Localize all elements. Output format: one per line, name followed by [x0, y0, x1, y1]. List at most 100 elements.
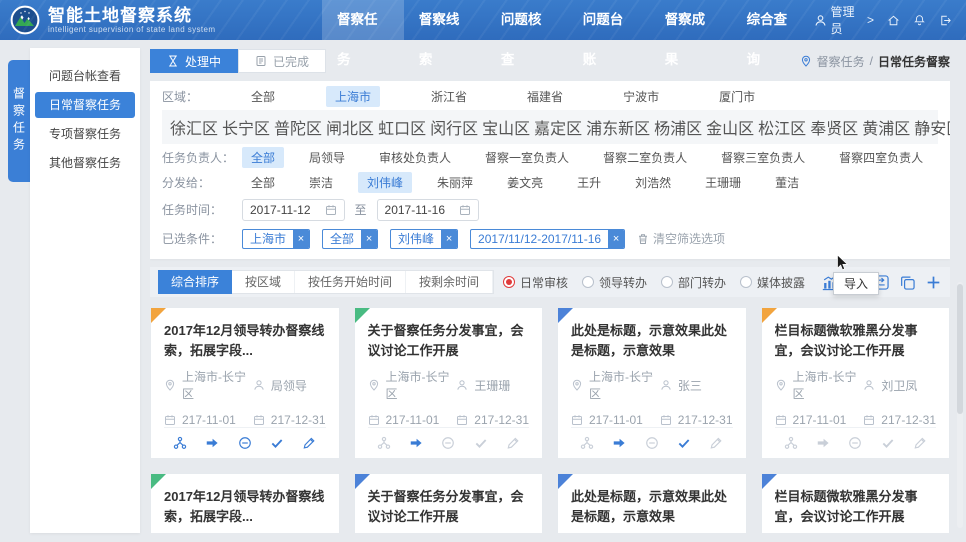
copy-icon[interactable] [899, 274, 916, 291]
forward-icon[interactable] [409, 436, 423, 450]
nav-item[interactable]: 问题台账 [568, 0, 650, 40]
district-option[interactable]: 黄浦区 [860, 113, 912, 141]
filter-option[interactable]: 局领导 [300, 147, 354, 168]
sidebar-item[interactable]: 日常督察任务 [35, 92, 135, 118]
filter-option[interactable]: 浙江省 [422, 86, 476, 107]
approve-icon[interactable] [881, 436, 895, 450]
remove-tag-icon[interactable]: × [361, 230, 377, 248]
sort-option[interactable]: 综合排序 [158, 270, 232, 294]
filter-option[interactable]: 王珊珊 [696, 172, 750, 193]
approve-icon[interactable] [474, 436, 488, 450]
filter-option[interactable]: 督察二室负责人 [594, 147, 696, 168]
category-radio[interactable]: 媒体披露 [740, 274, 805, 291]
sidebar-item[interactable]: 专项督察任务 [35, 121, 135, 147]
district-option[interactable]: 闸北区 [324, 113, 376, 141]
edit-icon[interactable] [913, 436, 927, 450]
task-card[interactable]: 2017年12月领导转办督察线索，拓展字段... 上海市-长宁区 局领导 217… [150, 473, 340, 533]
district-option[interactable]: 松江区 [756, 113, 808, 141]
filter-option[interactable]: 督察四室负责人 [830, 147, 932, 168]
filter-option[interactable]: 崇洁 [300, 172, 342, 193]
district-option[interactable]: 闵行区 [428, 113, 480, 141]
filter-option[interactable]: 刘伟峰 [358, 172, 412, 193]
scrollbar-thumb[interactable] [957, 284, 963, 414]
end-date-input[interactable]: 2017-11-16 [377, 199, 480, 221]
distribute-icon[interactable] [377, 436, 391, 450]
filter-option[interactable]: 全部 [242, 147, 284, 168]
distribute-icon[interactable] [580, 436, 594, 450]
filter-option[interactable]: 督察一室负责人 [476, 147, 578, 168]
nav-item[interactable]: 督察成果 [650, 0, 732, 40]
district-option[interactable]: 嘉定区 [532, 113, 584, 141]
district-option[interactable]: 普陀区 [272, 113, 324, 141]
user-menu[interactable]: 管理员> [814, 3, 875, 37]
filter-option[interactable]: 董洁 [766, 172, 808, 193]
task-card[interactable]: 此处是标题，示意效果此处是标题，示意效果 上海市-长宁区 张三 217-11-0… [557, 307, 747, 459]
district-option[interactable]: 奉贤区 [808, 113, 860, 141]
distribute-icon[interactable] [784, 436, 798, 450]
breadcrumb-root[interactable]: 督察任务 [817, 53, 865, 70]
remove-tag-icon[interactable]: × [441, 230, 457, 248]
nav-item[interactable]: 督察任务 [322, 0, 404, 40]
district-option[interactable]: 长宁区 [220, 113, 272, 141]
district-option[interactable]: 杨浦区 [652, 113, 704, 141]
category-radio[interactable]: 部门转办 [661, 274, 726, 291]
district-option[interactable]: 宝山区 [480, 113, 532, 141]
filter-option[interactable]: 刘浩然 [626, 172, 680, 193]
district-option[interactable]: 静安区 [912, 113, 950, 141]
task-card[interactable]: 关于督察任务分发事宜，会议讨论工作开展 上海市-长宁区 王珊珊 217-11-0… [354, 473, 544, 533]
forward-icon[interactable] [816, 436, 830, 450]
district-option[interactable]: 徐汇区 [168, 113, 220, 141]
filter-option[interactable]: 王升 [568, 172, 610, 193]
district-option[interactable]: 金山区 [704, 113, 756, 141]
vertical-scrollbar[interactable] [957, 282, 963, 528]
filter-option[interactable]: 宁波市 [614, 86, 668, 107]
sort-option[interactable]: 按剩余时间 [406, 271, 493, 293]
sidebar-item[interactable]: 问题台帐查看 [35, 63, 135, 89]
task-card[interactable]: 此处是标题，示意效果此处是标题，示意效果 上海市-长宁区 张三 217-11-0… [557, 473, 747, 533]
sidebar-item[interactable]: 其他督察任务 [35, 150, 135, 176]
remove-tag-icon[interactable]: × [293, 230, 309, 248]
category-radio[interactable]: 日常审核 [503, 274, 568, 291]
filter-option[interactable]: 福建省 [518, 86, 572, 107]
suspend-icon[interactable] [848, 436, 862, 450]
filter-option[interactable]: 全部 [242, 86, 284, 107]
filter-option[interactable]: 朱丽萍 [428, 172, 482, 193]
forward-icon[interactable] [612, 436, 626, 450]
status-tab[interactable]: 处理中 [150, 49, 238, 73]
distribute-icon[interactable] [173, 436, 187, 450]
filter-option[interactable]: 姜文亮 [498, 172, 552, 193]
filter-option[interactable]: 厦门市 [710, 86, 764, 107]
edit-icon[interactable] [302, 436, 316, 450]
nav-item[interactable]: 督察线索 [404, 0, 486, 40]
edit-icon[interactable] [709, 436, 723, 450]
nav-item[interactable]: 问题核查 [486, 0, 568, 40]
home-icon[interactable] [887, 14, 900, 27]
filter-option[interactable]: 审核处负责人 [370, 147, 460, 168]
approve-icon[interactable] [677, 436, 691, 450]
task-card[interactable]: 2017年12月领导转办督察线索，拓展字段... 上海市-长宁区 局领导 217… [150, 307, 340, 459]
remove-tag-icon[interactable]: × [608, 230, 624, 248]
status-tab[interactable]: 已完成 [238, 49, 326, 73]
suspend-icon[interactable] [645, 436, 659, 450]
task-card[interactable]: 栏目标题微软雅黑分发事宜，会议讨论工作开展 上海市-长宁区 刘卫凤 217-11… [761, 307, 951, 459]
district-option[interactable]: 虹口区 [376, 113, 428, 141]
sort-option[interactable]: 按任务开始时间 [295, 271, 406, 293]
start-date-input[interactable]: 2017-11-12 [242, 199, 345, 221]
edit-icon[interactable] [506, 436, 520, 450]
task-card[interactable]: 栏目标题微软雅黑分发事宜，会议讨论工作开展 上海市-长宁区 刘卫凤 217-11… [761, 473, 951, 533]
add-icon[interactable] [925, 274, 942, 291]
filter-option[interactable]: 全部 [242, 172, 284, 193]
forward-icon[interactable] [205, 436, 219, 450]
task-card[interactable]: 关于督察任务分发事宜，会议讨论工作开展 上海市-长宁区 王珊珊 217-11-0… [354, 307, 544, 459]
bell-icon[interactable] [913, 14, 926, 27]
sort-option[interactable]: 按区域 [232, 271, 295, 293]
filter-option[interactable]: 上海市 [326, 86, 380, 107]
filter-option[interactable]: 督察五室负责人 [948, 147, 950, 168]
logout-icon[interactable] [939, 14, 952, 27]
nav-item[interactable]: 综合查询 [732, 0, 814, 40]
sidebar-vertical-tab[interactable]: 督察任务 [8, 60, 30, 182]
filter-option[interactable]: 督察三室负责人 [712, 147, 814, 168]
category-radio[interactable]: 领导转办 [582, 274, 647, 291]
suspend-icon[interactable] [238, 436, 252, 450]
clear-filters-button[interactable]: 清空筛选选项 [637, 230, 725, 247]
